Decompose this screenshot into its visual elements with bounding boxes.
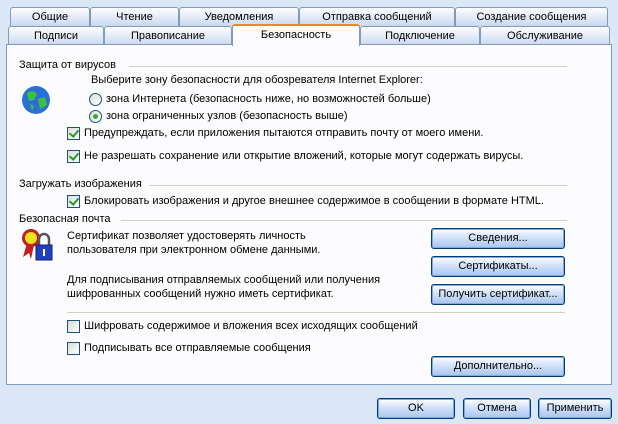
images-group-title: Загружать изображения [19,178,142,190]
warn-send-label[interactable]: Предупреждать, если приложения пытаются … [84,127,483,139]
sign-checkbox[interactable] [67,342,80,355]
zone-restricted-label[interactable]: зона ограниченных узлов (безопасность вы… [106,110,348,122]
divider [129,66,567,67]
cert-text-2: пользователя при электронном обмене данн… [67,244,321,256]
globe-icon [21,85,51,115]
divider [121,220,567,221]
apply-button[interactable]: Применить [538,398,612,419]
certificates-button[interactable]: Сертификаты... [431,256,565,277]
ok-button[interactable]: OK [377,398,455,419]
cert-text-1: Сертификат позволяет удостоверять личнос… [67,230,306,242]
tab-security[interactable]: Безопасность [232,24,360,46]
divider [67,312,565,313]
block-images-checkbox[interactable] [67,195,80,208]
get-certificate-button[interactable]: Получить сертификат... [431,284,565,305]
secure-mail-group-title: Безопасная почта [19,213,111,225]
tab-signatures[interactable]: Подписи [8,26,104,45]
warn-send-checkbox[interactable] [67,127,80,140]
tab-maintenance[interactable]: Обслуживание [480,26,610,45]
block-attachments-label[interactable]: Не разрешать сохранение или открытие вло… [84,150,523,162]
tab-compose[interactable]: Создание сообщения [455,7,608,26]
tab-spelling[interactable]: Правописание [104,26,232,45]
cert-text-4: шифрованных сообщений нужно иметь сертиф… [67,288,334,300]
details-button[interactable]: Сведения... [431,228,565,249]
zone-restricted-radio[interactable] [89,110,102,123]
tab-connection[interactable]: Подключение [360,26,480,45]
encrypt-checkbox[interactable] [67,320,80,333]
tab-general[interactable]: Общие [10,7,90,26]
tab-read[interactable]: Чтение [90,7,179,26]
security-panel: Защита от вирусов Выберите зону безопасн… [6,44,612,385]
certificate-lock-icon [21,227,53,261]
zone-prompt: Выберите зону безопасности для обозреват… [91,74,423,86]
cert-text-3: Для подписывания отправляемых сообщений … [67,274,381,286]
block-attachments-checkbox[interactable] [67,150,80,163]
block-images-label[interactable]: Блокировать изображения и другое внешнее… [84,195,544,207]
advanced-button[interactable]: Дополнительно... [431,356,565,377]
sign-label[interactable]: Подписывать все отправляемые сообщения [84,342,311,354]
zone-internet-label[interactable]: зона Интернета (безопасность ниже, но во… [106,93,431,105]
zone-internet-radio[interactable] [89,93,102,106]
virus-group-title: Защита от вирусов [19,59,116,71]
divider [149,185,567,186]
encrypt-label[interactable]: Шифровать содержимое и вложения всех исх… [84,320,418,332]
cancel-button[interactable]: Отмена [463,398,531,419]
